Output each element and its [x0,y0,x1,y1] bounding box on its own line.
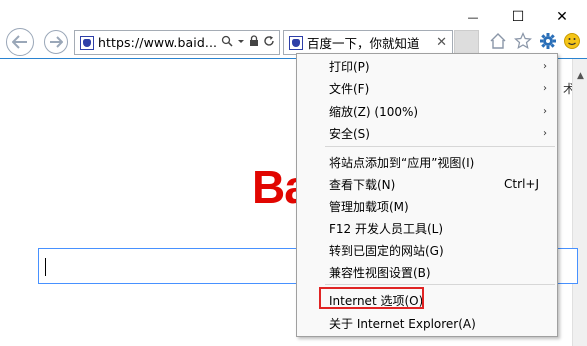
favorites-star-icon [514,32,532,50]
close-window-button[interactable]: ✕ [547,6,577,28]
menu-item-label: 关于 Internet Explorer(A) [329,316,476,331]
address-bar[interactable]: https://www.baid... [74,30,280,55]
tools-button[interactable] [538,31,558,51]
refresh-icon[interactable] [263,35,275,47]
submenu-arrow-icon: › [543,105,547,117]
search-icon[interactable] [221,35,233,47]
back-arrow-icon [12,35,27,49]
menu-item-f12-devtools[interactable]: F12 开发人员工具(L) [297,217,557,239]
text-caret [45,258,46,276]
menu-item-label: 兼容性视图设置(B) [329,265,431,280]
browser-tab[interactable]: 百度一下，你就知道 ✕ [283,30,453,55]
feedback-button[interactable] [562,31,582,51]
scroll-up-icon[interactable]: ▲ [573,71,587,85]
close-icon: ✕ [556,9,568,25]
back-button[interactable] [6,28,34,56]
menu-item-pinned-sites[interactable]: 转到已固定的网站(G) [297,239,557,261]
menu-item-label: F12 开发人员工具(L) [329,221,444,236]
menu-item-label: 查看下载(N) [329,177,396,192]
forward-arrow-icon [50,36,63,48]
menu-item-label: 管理加载项(M) [329,199,409,214]
minimize-icon: — [467,10,479,24]
address-url: https://www.baid... [98,35,218,50]
menu-item-label: 转到已固定的网站(G) [329,243,444,258]
menu-separator [325,146,555,147]
new-tab-button[interactable] [454,30,479,55]
menu-item-label: 文件(F) [329,81,370,96]
menu-item-safety[interactable]: 安全(S) › [297,122,557,144]
menu-item-about-ie[interactable]: 关于 Internet Explorer(A) [297,312,557,334]
menu-item-label: 将站点添加到“应用”视图(I) [329,155,475,170]
menu-item-zoom[interactable]: 缩放(Z) (100%) › [297,100,557,122]
forward-button[interactable] [44,30,68,54]
home-icon [490,33,506,49]
tab-title: 百度一下，你就知道 [307,36,420,51]
minimize-button[interactable]: — [458,6,488,28]
submenu-arrow-icon: › [543,127,547,139]
highlight-box [319,287,424,309]
browser-chrome: — ☐ ✕ https://www.baid... 百度一下，你就知道 ✕ [0,0,587,58]
maximize-button[interactable]: ☐ [503,6,533,28]
menu-item-add-site-to-apps[interactable]: 将站点添加到“应用”视图(I) [297,151,557,173]
menu-separator [325,284,555,285]
menu-item-file[interactable]: 文件(F) › [297,77,557,99]
submenu-arrow-icon: › [543,60,547,72]
menu-item-view-downloads[interactable]: 查看下载(N) Ctrl+J [297,173,557,195]
dropdown-icon[interactable] [237,35,245,47]
menu-shortcut: Ctrl+J [504,177,539,191]
baidu-favicon-icon [80,35,94,50]
lock-icon[interactable] [249,35,259,47]
smiley-feedback-icon [564,33,580,49]
settings-gear-icon [540,33,556,49]
submenu-arrow-icon: › [543,82,547,94]
tab-close-icon[interactable]: ✕ [436,35,447,50]
baidu-favicon-icon [289,35,303,50]
menu-item-compat-view-settings[interactable]: 兼容性视图设置(B) [297,261,557,283]
maximize-icon: ☐ [511,9,525,25]
menu-item-label: 打印(P) [329,59,370,74]
menu-item-label: 安全(S) [329,126,370,141]
menu-item-label: 缩放(Z) (100%) [329,104,419,119]
vertical-scrollbar[interactable]: ▲ [572,59,587,346]
menu-item-manage-addons[interactable]: 管理加载项(M) [297,195,557,217]
menu-item-print[interactable]: 打印(P) › [297,55,557,77]
home-button[interactable] [488,31,508,51]
favorites-button[interactable] [513,31,533,51]
